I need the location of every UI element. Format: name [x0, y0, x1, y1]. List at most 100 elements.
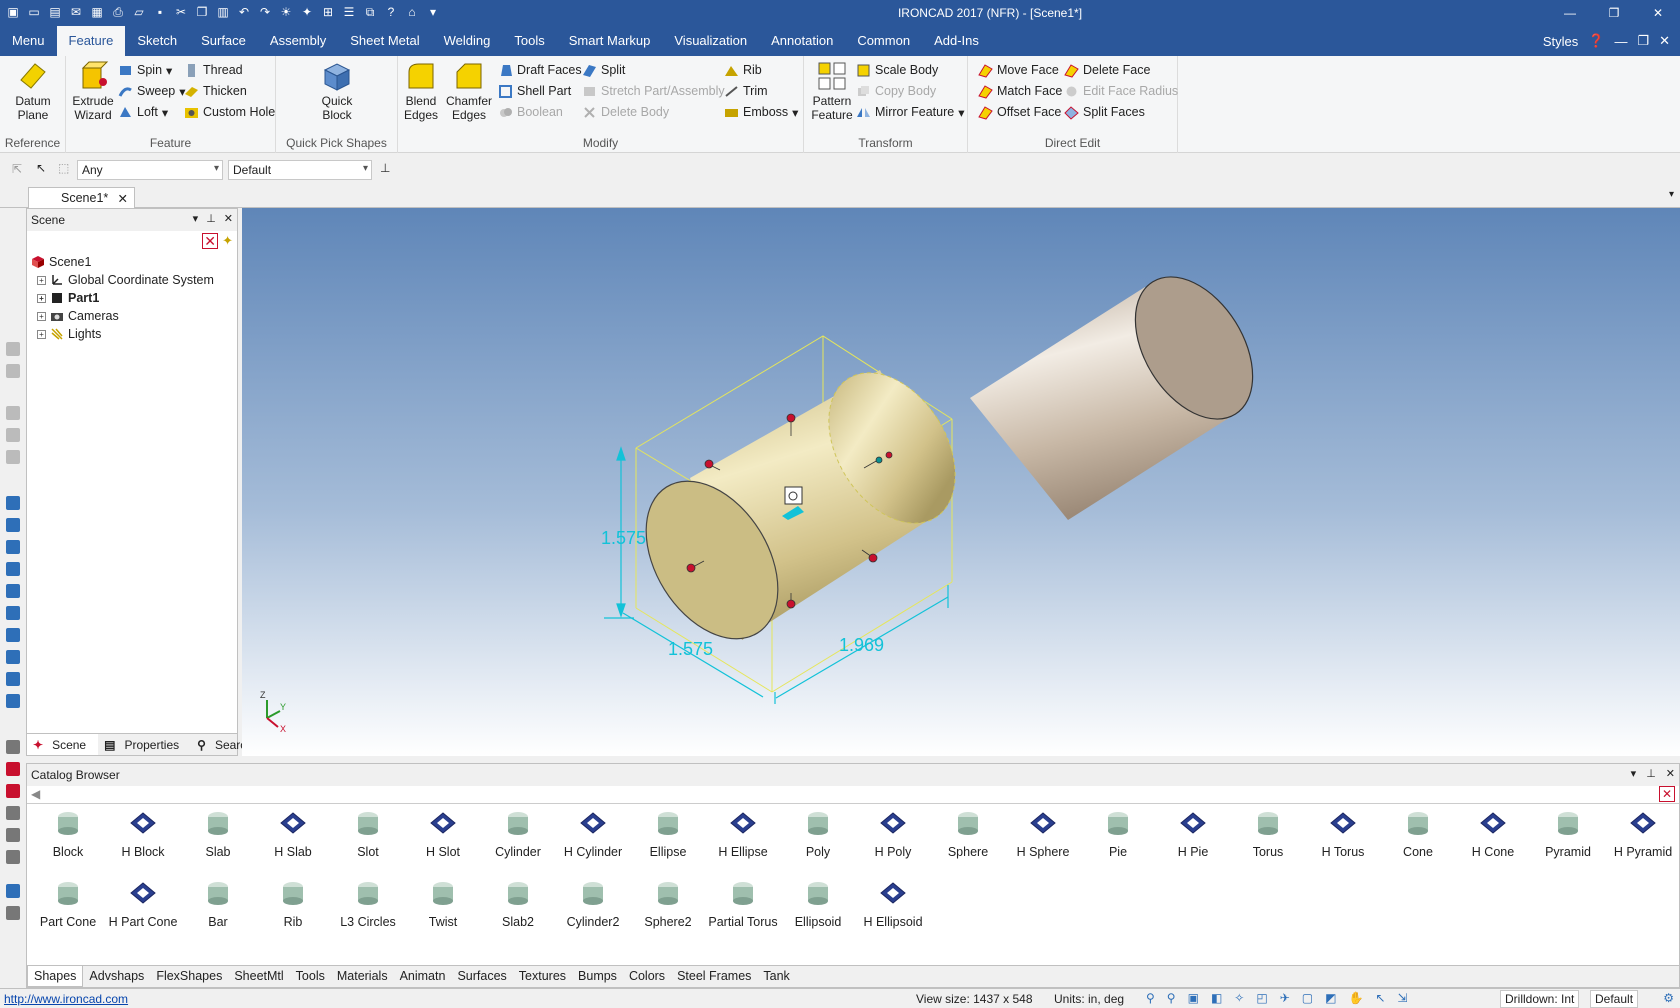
help-icon[interactable]: ❓	[1588, 33, 1604, 49]
tool-icon-2[interactable]	[6, 364, 20, 378]
view-right-icon[interactable]	[6, 562, 20, 576]
scene-tool-icon[interactable]: ✦	[222, 233, 233, 249]
tab-sketch[interactable]: Sketch	[125, 26, 189, 56]
zoom-window-icon[interactable]: ⚲	[1167, 991, 1176, 1005]
emboss-button[interactable]: Emboss ▾	[724, 102, 798, 122]
catalog-tab-materials[interactable]: Materials	[331, 966, 394, 987]
display-icon[interactable]: ◩	[1325, 991, 1336, 1005]
mirror-feature-button[interactable]: Mirror Feature ▾	[856, 102, 964, 122]
split-faces-button[interactable]: Split Faces	[1064, 102, 1145, 122]
catalog-tab-sheetmtl[interactable]: SheetMtl	[228, 966, 289, 987]
shell-part-button[interactable]: Shell Part	[498, 81, 571, 101]
tool-icon-1[interactable]	[6, 342, 20, 356]
catalog-tab-animatn[interactable]: Animatn	[394, 966, 452, 987]
catalog-shape-l3-circles[interactable]: L3 Circles	[331, 871, 405, 941]
tool-icon-3[interactable]	[6, 406, 20, 420]
catalog-tab-shapes[interactable]: Shapes	[27, 966, 84, 987]
tool-icon-4[interactable]	[6, 428, 20, 442]
ribbon-restore-icon[interactable]: ❐	[1637, 33, 1649, 49]
tab-welding[interactable]: Welding	[432, 26, 503, 56]
scene-canvas[interactable]: 1.575 1.575 1.969 Z Y X	[242, 208, 1680, 756]
catalog-tab-tank[interactable]: Tank	[757, 966, 795, 987]
catalog-tab-bumps[interactable]: Bumps	[572, 966, 623, 987]
catalog-shape-twist[interactable]: Twist	[406, 871, 480, 941]
catalog-shape-h-cone[interactable]: H Cone	[1456, 801, 1530, 871]
catalog-tab-surfaces[interactable]: Surfaces	[451, 966, 512, 987]
catalog-shape-sphere[interactable]: Sphere	[931, 801, 1005, 871]
ribbon-minimize-icon[interactable]: —	[1614, 34, 1627, 49]
view-trimetric-icon[interactable]	[6, 650, 20, 664]
select-filter-icon[interactable]: ⬚	[58, 161, 69, 175]
custom-hole-button[interactable]: Custom Hole	[184, 102, 275, 122]
delete-body-button[interactable]: Delete Body	[582, 102, 669, 122]
style-combo[interactable]: Default	[228, 160, 372, 180]
default-combo[interactable]: Default	[1590, 990, 1639, 1008]
boolean-button[interactable]: Boolean	[498, 102, 563, 122]
tab-scene[interactable]: ✦ Scene	[27, 734, 99, 755]
thread-button[interactable]: Thread	[184, 60, 243, 80]
tab-common[interactable]: Common	[845, 26, 922, 56]
clear-filter-icon[interactable]: ✕	[202, 233, 219, 249]
stretch-part-button[interactable]: Stretch Part/Assembly	[582, 81, 725, 101]
ribbon-close-icon[interactable]: ✕	[1659, 33, 1670, 49]
lighting-icon[interactable]: ✧	[1234, 991, 1244, 1005]
catalog-shape-h-slot[interactable]: H Slot	[406, 801, 480, 871]
catalog-shape-cone[interactable]: Cone	[1381, 801, 1455, 871]
extrude-wizard-button[interactable]: Extrude Wizard	[70, 60, 116, 122]
catalog-shape-slot[interactable]: Slot	[331, 801, 405, 871]
catalog-shape-part-cone[interactable]: Part Cone	[31, 871, 105, 941]
view-front-icon[interactable]	[6, 496, 20, 510]
tree-node-global-coordinate-system[interactable]: + Global Coordinate System	[31, 271, 214, 289]
view-normal-icon[interactable]	[6, 694, 20, 708]
restore-button[interactable]: ❐	[1592, 0, 1636, 26]
camera-icon[interactable]	[6, 784, 20, 798]
tab-assembly[interactable]: Assembly	[258, 26, 338, 56]
zoom-icon[interactable]: ⚲	[1146, 991, 1155, 1005]
catalog-shape-h-pie[interactable]: H Pie	[1156, 801, 1230, 871]
render-icon[interactable]	[6, 762, 20, 776]
catalog-tab-tools[interactable]: Tools	[290, 966, 331, 987]
catalog-shape-h-ellipse[interactable]: H Ellipse	[706, 801, 780, 871]
pattern-feature-button[interactable]: Pattern Feature	[810, 60, 854, 122]
shading-icon[interactable]: ◧	[1211, 991, 1222, 1005]
cursor-icon[interactable]: ⇲	[1397, 991, 1407, 1005]
panel-menu-icon[interactable]: ▾	[193, 212, 199, 225]
select-parts-icon[interactable]: ⇱	[12, 162, 22, 176]
catalog-tab-textures[interactable]: Textures	[513, 966, 572, 987]
catalog-shape-slab[interactable]: Slab	[181, 801, 255, 871]
catalog-shape-h-slab[interactable]: H Slab	[256, 801, 330, 871]
catalog-shape-rib[interactable]: Rib	[256, 871, 330, 941]
chamfer-edges-button[interactable]: Chamfer Edges	[444, 60, 494, 122]
3d-viewport[interactable]: 1.575 1.575 1.969 Z Y X	[242, 208, 1680, 756]
catalog-tab-steel-frames[interactable]: Steel Frames	[671, 966, 757, 987]
catalog-clear-icon[interactable]: ✕	[1659, 786, 1675, 802]
catalog-shape-pie[interactable]: Pie	[1081, 801, 1155, 871]
tab-add-ins[interactable]: Add-Ins	[922, 26, 991, 56]
thicken-button[interactable]: Thicken	[184, 81, 247, 101]
catalog-shape-pyramid[interactable]: Pyramid	[1531, 801, 1605, 871]
catalog-shape-torus[interactable]: Torus	[1231, 801, 1305, 871]
catalog-shape-h-pyramid[interactable]: H Pyramid	[1606, 801, 1680, 871]
measure-icon[interactable]	[6, 740, 20, 754]
styles-menu[interactable]: Styles	[1543, 34, 1578, 49]
catalog-pin-icon[interactable]: ⊥	[1646, 767, 1656, 780]
view-top-icon[interactable]	[6, 584, 20, 598]
quick-block-button[interactable]: Quick Block	[312, 60, 362, 122]
pen-icon[interactable]	[6, 906, 20, 920]
rod-body[interactable]	[970, 256, 1277, 520]
expand-icon[interactable]: +	[37, 275, 46, 285]
catalog-shape-sphere2[interactable]: Sphere2	[631, 871, 705, 941]
match-face-button[interactable]: Match Face	[978, 81, 1062, 101]
catalog-shape-ellipsoid[interactable]: Ellipsoid	[781, 871, 855, 941]
website-link[interactable]: http://www.ironcad.com	[4, 992, 128, 1006]
sketch-icon[interactable]	[6, 884, 20, 898]
tree-node-scene1[interactable]: Scene1	[31, 253, 214, 271]
expand-icon[interactable]: +	[37, 293, 46, 303]
delete-face-button[interactable]: Delete Face	[1064, 60, 1150, 80]
catalog-shape-slab2[interactable]: Slab2	[481, 871, 555, 941]
catalog-menu-icon[interactable]: ▾	[1631, 767, 1637, 780]
settings-icon[interactable]: ⚙	[1663, 991, 1674, 1005]
cylinder-feature[interactable]	[619, 350, 981, 663]
catalog-shape-h-sphere[interactable]: H Sphere	[1006, 801, 1080, 871]
catalog-tab-colors[interactable]: Colors	[623, 966, 671, 987]
